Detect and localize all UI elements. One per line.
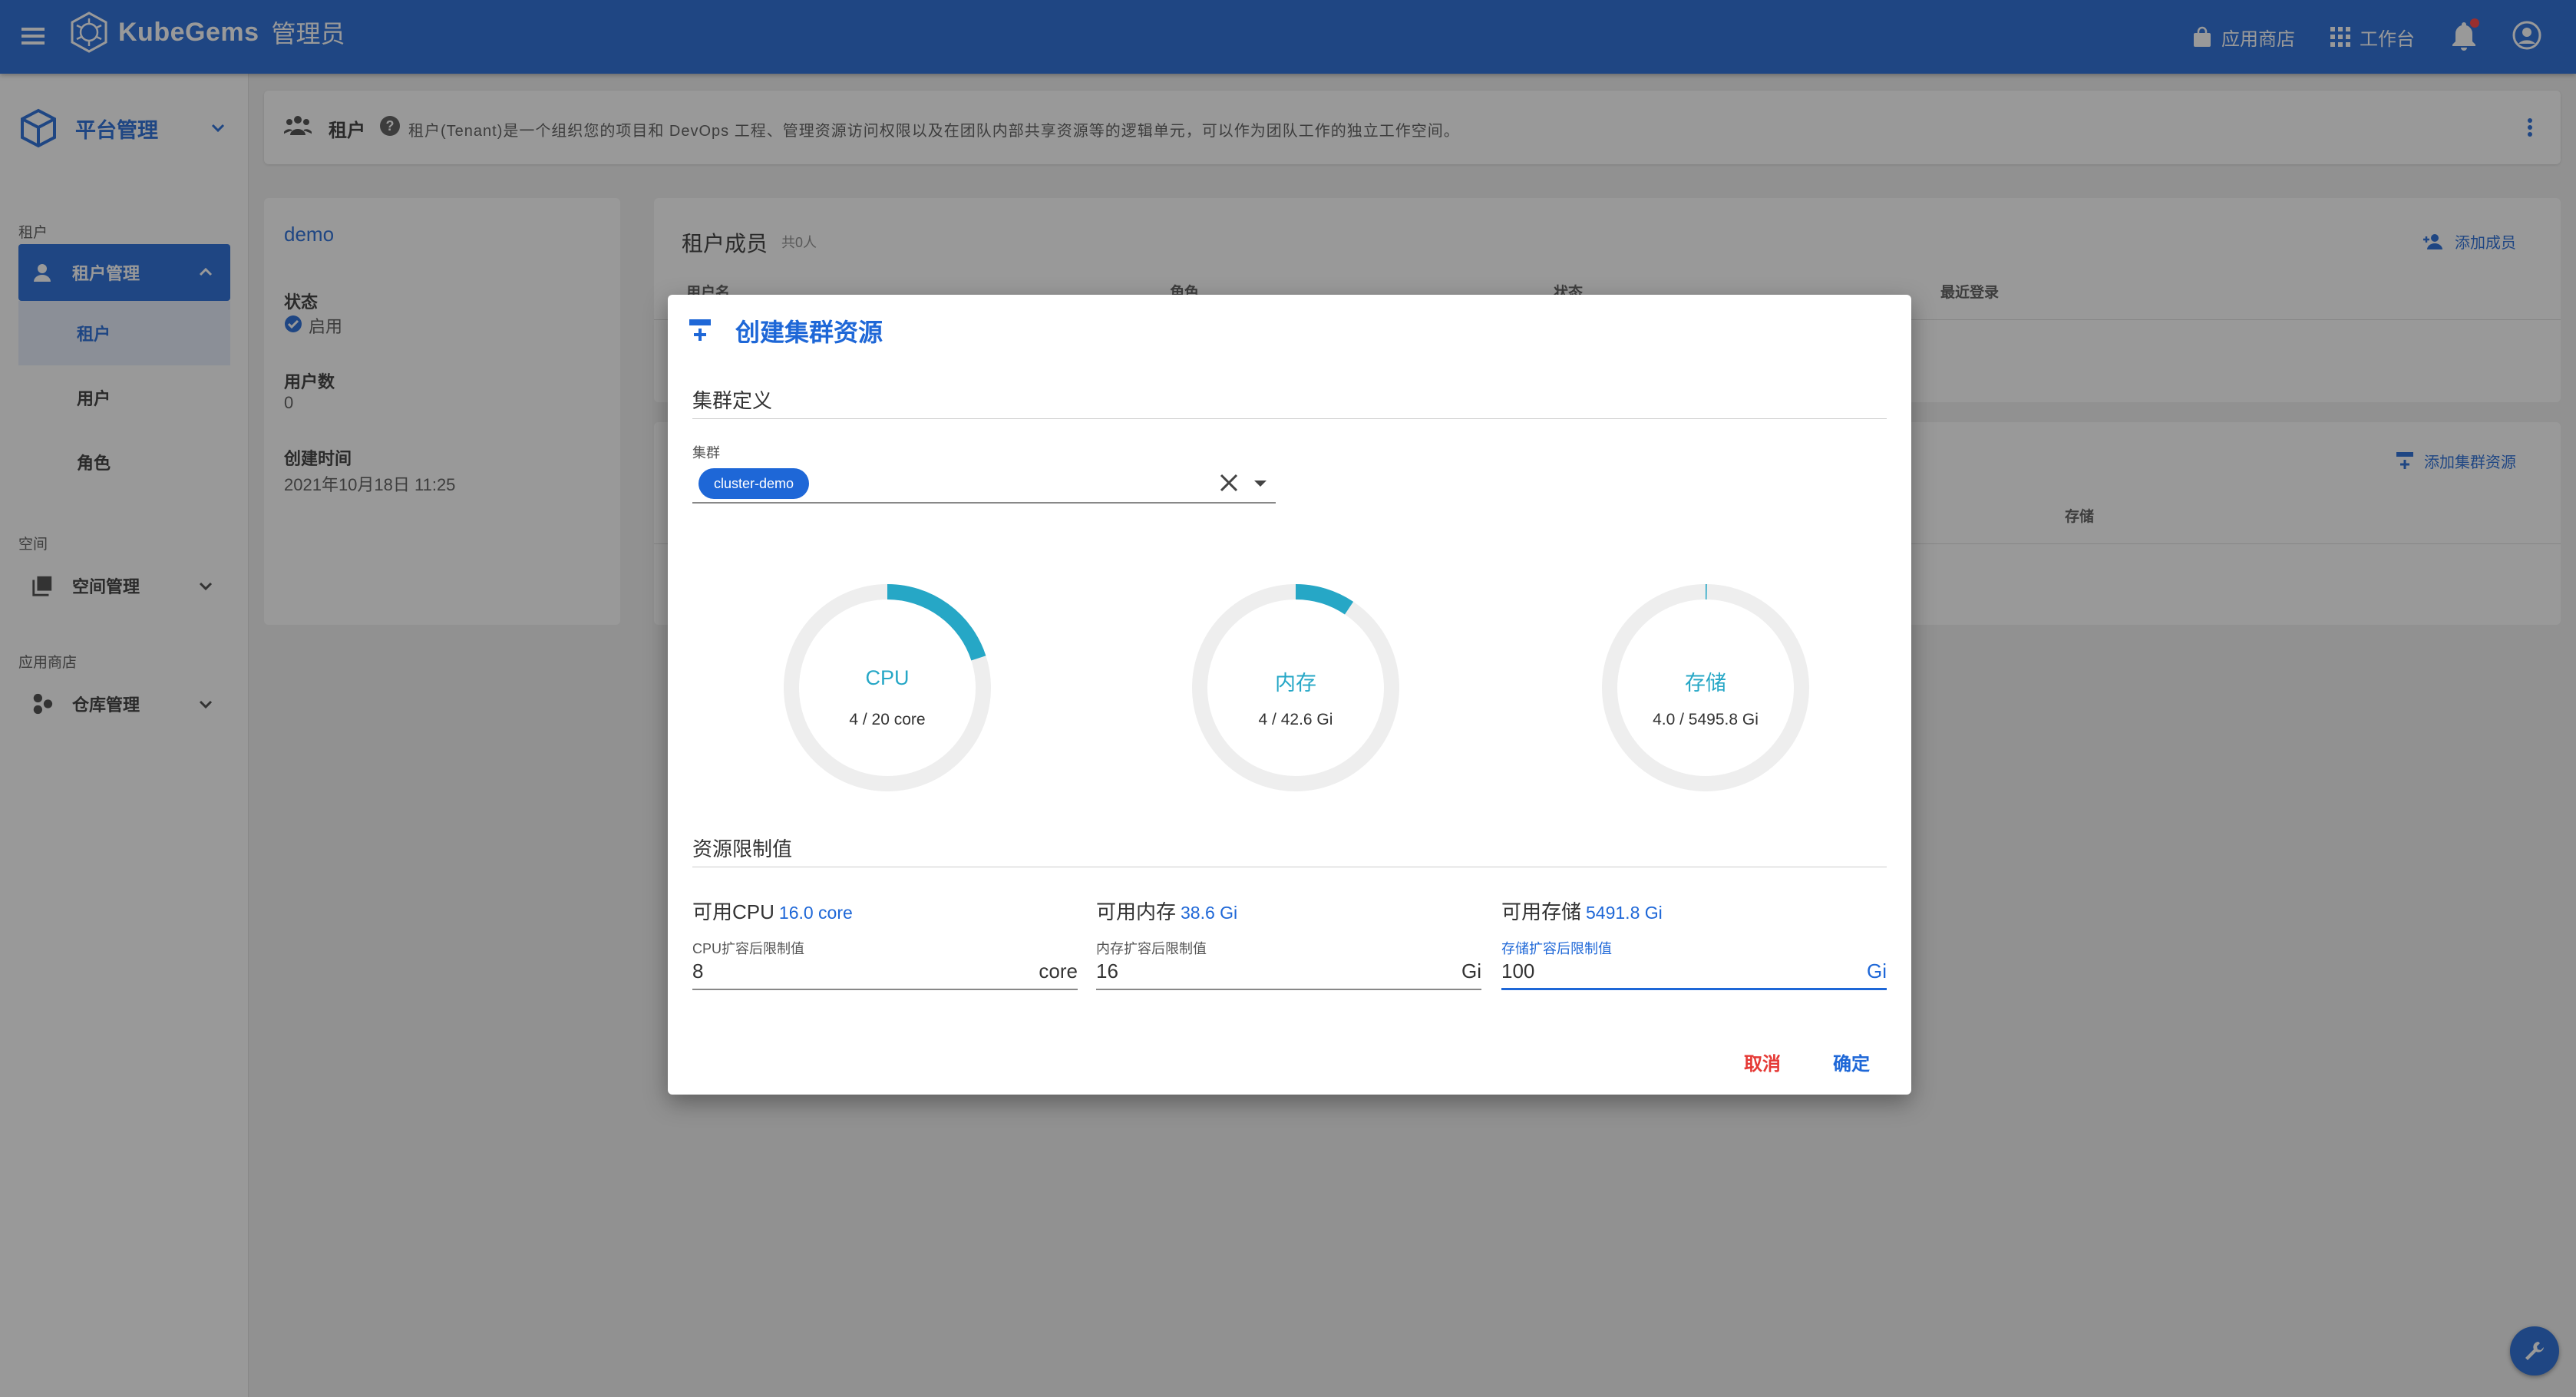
available-cpu-value: 16.0 core	[778, 903, 853, 923]
memory-limit-unit: Gi	[1461, 959, 1481, 983]
gauge-value: 4.0 / 5495.8 Gi	[1653, 711, 1759, 728]
cpu-limit-unit: core	[1039, 959, 1078, 983]
memory-limit-value: 16	[1096, 959, 1118, 983]
create-cluster-resource-dialog: 创建集群资源 集群定义 集群 cluster-demo CPU 4 / 20 c…	[668, 295, 1911, 1095]
available-memory-label: 可用内存	[1096, 900, 1177, 923]
available-cpu-label: 可用CPU	[692, 900, 774, 923]
gauge-label: 内存	[1275, 672, 1316, 695]
gauge-label: CPU	[865, 666, 910, 689]
storage-usage-gauge: 存储 4.0 / 5495.8 Gi	[1598, 580, 1813, 795]
available-memory: 可用内存 38.6 Gi	[1096, 897, 1237, 925]
cpu-limit-value: 8	[692, 959, 704, 983]
cancel-button[interactable]: 取消	[1744, 1049, 1781, 1075]
available-storage-label: 可用存储	[1501, 900, 1582, 923]
close-icon[interactable]	[1219, 473, 1239, 493]
storage-limit-unit: Gi	[1867, 959, 1887, 983]
storage-limit-value: 100	[1501, 959, 1535, 983]
add-resource-icon	[689, 319, 711, 341]
storage-limit-input[interactable]: 100 Gi	[1501, 955, 1887, 990]
dropdown-arrow-icon[interactable]	[1253, 479, 1268, 488]
available-storage-value: 5491.8 Gi	[1586, 903, 1663, 923]
gauge-value: 4 / 42.6 Gi	[1258, 711, 1333, 728]
cpu-usage-gauge: CPU 4 / 20 core	[780, 580, 995, 795]
memory-usage-gauge: 内存 4 / 42.6 Gi	[1188, 580, 1403, 795]
cpu-limit-input[interactable]: 8 core	[692, 955, 1078, 990]
available-cpu: 可用CPU 16.0 core	[692, 897, 853, 925]
gauge-arc	[887, 584, 986, 661]
dialog-title: 创建集群资源	[735, 319, 883, 346]
cluster-chip[interactable]: cluster-demo	[698, 468, 810, 499]
confirm-button[interactable]: 确定	[1833, 1049, 1870, 1075]
available-storage: 可用存储 5491.8 Gi	[1501, 897, 1663, 925]
memory-limit-input[interactable]: 16 Gi	[1096, 955, 1481, 990]
gauge-value: 4 / 20 core	[849, 711, 926, 728]
section-cluster-definition: 集群定义	[692, 385, 1887, 419]
cluster-select[interactable]: cluster-demo	[692, 457, 1276, 504]
available-memory-value: 38.6 Gi	[1181, 903, 1238, 923]
section-resource-limits: 资源限制值	[692, 834, 1887, 867]
gauge-label: 存储	[1685, 672, 1726, 695]
gauge-arc	[1295, 584, 1354, 615]
